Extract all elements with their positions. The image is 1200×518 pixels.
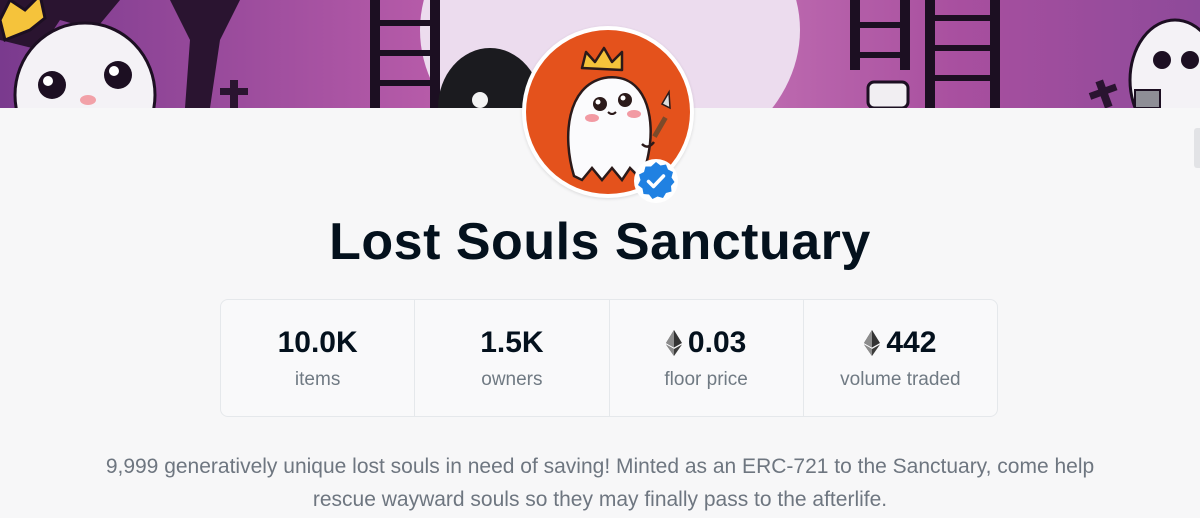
stat-value-text: 1.5K — [480, 326, 544, 359]
eth-icon — [665, 330, 682, 356]
stat-value: 0.03 — [665, 323, 747, 363]
collection-title: Lost Souls Sanctuary — [329, 213, 871, 271]
stat-value-text: 442 — [886, 326, 937, 359]
stat-value: 10.0K — [278, 323, 358, 363]
stat-label: volume traded — [840, 369, 961, 390]
stat-owners[interactable]: 1.5K owners — [415, 300, 610, 416]
stat-label: owners — [481, 369, 543, 390]
stat-value: 442 — [864, 323, 936, 363]
collection-stats-bar: 10.0K items 1.5K owners 0.03 floor price — [220, 299, 998, 417]
stat-items[interactable]: 10.0K items — [221, 300, 416, 416]
stat-volume-traded[interactable]: 442 volume traded — [804, 300, 997, 416]
stat-floor-price[interactable]: 0.03 floor price — [610, 300, 804, 416]
verified-badge-icon — [633, 158, 679, 204]
stat-label: items — [294, 369, 341, 390]
scrollbar-handle[interactable] — [1194, 128, 1200, 168]
stat-value-text: 0.03 — [687, 326, 747, 359]
stat-value-text: 10.0K — [277, 326, 358, 359]
collection-description: 9,999 generatively unique lost souls in … — [105, 455, 1095, 511]
stat-label: floor price — [664, 369, 748, 390]
eth-icon — [864, 330, 881, 356]
stat-value: 1.5K — [480, 323, 543, 363]
